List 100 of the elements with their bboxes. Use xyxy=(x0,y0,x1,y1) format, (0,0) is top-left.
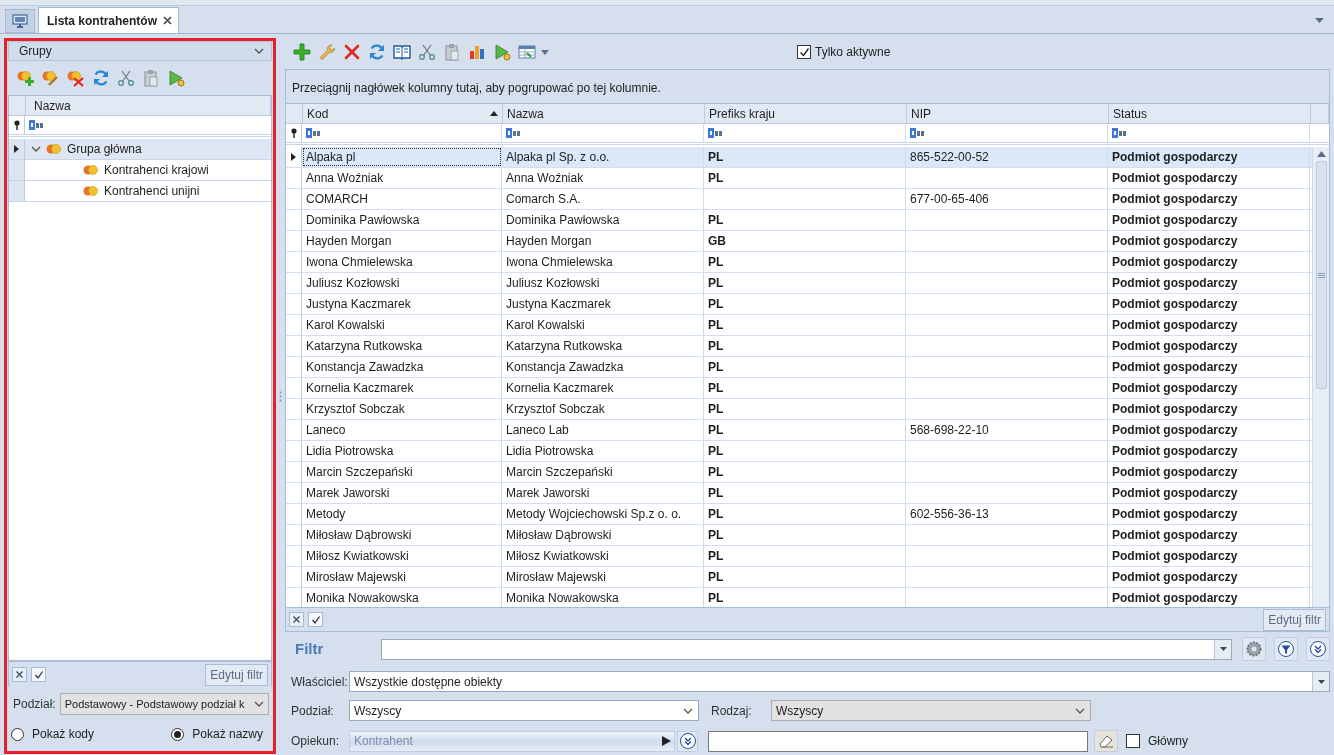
filter-checkbox[interactable] xyxy=(308,612,323,627)
table-cell: Podmiot gospodarczy xyxy=(1108,315,1310,335)
table-cell: 602-556-36-13 xyxy=(906,504,1108,524)
table-cell: Konstancja Zawadzka xyxy=(502,357,704,377)
edit-filter-button[interactable]: Edytuj filtr xyxy=(1263,608,1326,631)
table-cell: Podmiot gospodarczy xyxy=(1108,336,1310,356)
edit-filter-button[interactable]: Edytuj filtr xyxy=(205,663,268,686)
column-header[interactable]: Nazwa xyxy=(503,104,705,124)
expand-button[interactable] xyxy=(1306,637,1330,661)
table-cell: Karol Kowalski xyxy=(502,315,704,335)
table-cell: Podmiot gospodarczy xyxy=(1108,168,1310,188)
tree-item[interactable]: Kontrahenci unijni xyxy=(25,181,271,201)
table-cell: Comarch S.A. xyxy=(502,189,704,209)
table-cell: Dominika Pawłowska xyxy=(502,210,704,230)
double-chevron-icon xyxy=(679,733,696,749)
table-cell: PL xyxy=(704,546,906,566)
document-tab[interactable]: Lista kontrahentów xyxy=(38,7,179,33)
caretaker-field[interactable] xyxy=(708,730,1088,752)
table-cell: Krzysztof Sobczak xyxy=(502,399,704,419)
expand-button[interactable] xyxy=(677,730,698,752)
table-cell: Mirosław Majewski xyxy=(302,567,502,587)
scissors-icon[interactable] xyxy=(416,42,437,62)
table-cell: PL xyxy=(704,399,906,419)
main-only-checkbox[interactable]: Główny xyxy=(1126,732,1188,750)
radio-option[interactable]: Pokaż kody xyxy=(11,725,95,743)
column-header[interactable]: Status xyxy=(1109,104,1311,124)
table-cell: Iwona Chmielewska xyxy=(302,252,502,272)
delete-group-icon[interactable] xyxy=(65,68,86,88)
field-label: Podział: xyxy=(13,696,56,713)
clear-filter-button[interactable] xyxy=(289,612,304,627)
table-cell: PL xyxy=(704,210,906,230)
table-cell: PL xyxy=(704,147,906,167)
book-icon[interactable] xyxy=(391,42,412,62)
dropdown-arrow-icon xyxy=(1219,647,1227,651)
pin-icon[interactable] xyxy=(12,120,21,130)
table-cell: Lidia Piotrowska xyxy=(302,441,502,461)
scroll-thumb[interactable] xyxy=(1315,161,1327,389)
tree-item[interactable]: Kontrahenci krajowi xyxy=(25,160,271,180)
chevron-down-icon[interactable] xyxy=(31,144,41,154)
table-icon[interactable] xyxy=(516,42,537,62)
field-label: Rodzaj: xyxy=(711,702,753,720)
table-cell: Laneco xyxy=(302,420,502,440)
settings-icon xyxy=(1246,641,1262,657)
table-cell: Podmiot gospodarczy xyxy=(1108,525,1310,545)
pin-icon[interactable] xyxy=(289,128,298,138)
panel-title: Grupy xyxy=(19,43,52,60)
table-cell: Juliusz Kozłowski xyxy=(502,273,704,293)
panel-header[interactable]: Grupy xyxy=(8,41,272,61)
group-icon xyxy=(83,164,99,176)
settings-button[interactable] xyxy=(1242,637,1266,661)
row-pointer-icon xyxy=(14,145,19,153)
division-select[interactable]: Podstawowy - Podstawowy podział k xyxy=(59,693,269,715)
row-pointer-icon xyxy=(291,153,296,161)
table-cell: Justyna Kaczmarek xyxy=(302,294,502,314)
table-cell: PL xyxy=(704,567,906,587)
filter-checkbox[interactable] xyxy=(31,667,46,682)
dropdown-arrow-icon[interactable] xyxy=(1315,18,1324,23)
table-cell: Podmiot gospodarczy xyxy=(1108,546,1310,566)
column-header[interactable]: Nazwa xyxy=(26,96,271,116)
column-header[interactable]: Kod xyxy=(303,104,503,124)
table-cell: Metody xyxy=(302,504,502,524)
filter-button[interactable] xyxy=(1274,637,1298,661)
filter-icon xyxy=(1278,641,1294,657)
tree-item[interactable]: Grupa główna xyxy=(25,139,271,159)
table-cell: Kornelia Kaczmarek xyxy=(302,378,502,398)
table-cell: Marek Jaworski xyxy=(302,483,502,503)
column-header[interactable]: NIP xyxy=(907,104,1109,124)
owner-select[interactable]: Wszystkie dostępne obiekty xyxy=(349,671,1330,692)
clear-button[interactable] xyxy=(1094,730,1118,752)
plus-icon[interactable] xyxy=(291,42,312,62)
clear-filter-button[interactable] xyxy=(12,667,27,682)
table-cell: Karol Kowalski xyxy=(302,315,502,335)
table-cell: PL xyxy=(704,462,906,482)
table-cell: Podmiot gospodarczy xyxy=(1108,357,1310,377)
text-filter-icon xyxy=(1112,128,1126,138)
add-group-icon[interactable] xyxy=(15,68,36,88)
filter-field[interactable] xyxy=(381,638,1232,660)
dropdown-arrow-icon[interactable] xyxy=(541,49,549,55)
close-icon[interactable] xyxy=(163,16,172,25)
table-cell: Podmiot gospodarczy xyxy=(1108,420,1310,440)
table-cell: PL xyxy=(704,525,906,545)
edit-group-icon[interactable] xyxy=(40,68,61,88)
table-cell: Hayden Morgan xyxy=(502,231,704,251)
scrollbar[interactable] xyxy=(1312,147,1329,607)
column-header[interactable]: Prefiks kraju xyxy=(705,104,907,124)
only-active-checkbox[interactable]: Tylko aktywne xyxy=(797,43,891,61)
scroll-up-icon[interactable] xyxy=(1316,151,1326,157)
table-cell: PL xyxy=(704,483,906,503)
table-cell: Anna Woźniak xyxy=(302,168,502,188)
field-label: Podział: xyxy=(291,702,335,720)
radio-option[interactable]: Pokaż nazwy xyxy=(171,725,263,743)
table-cell: Podmiot gospodarczy xyxy=(1108,231,1310,251)
chevron-down-icon[interactable] xyxy=(253,46,265,56)
splitter-grip-icon[interactable] xyxy=(279,390,282,402)
table-cell: Miłosław Dąbrowski xyxy=(502,525,704,545)
desktop-button[interactable] xyxy=(5,9,35,33)
table-cell: PL xyxy=(704,357,906,377)
close-icon xyxy=(16,671,23,678)
scissors-icon[interactable] xyxy=(115,68,136,88)
division-select[interactable]: Wszyscy xyxy=(349,700,699,721)
